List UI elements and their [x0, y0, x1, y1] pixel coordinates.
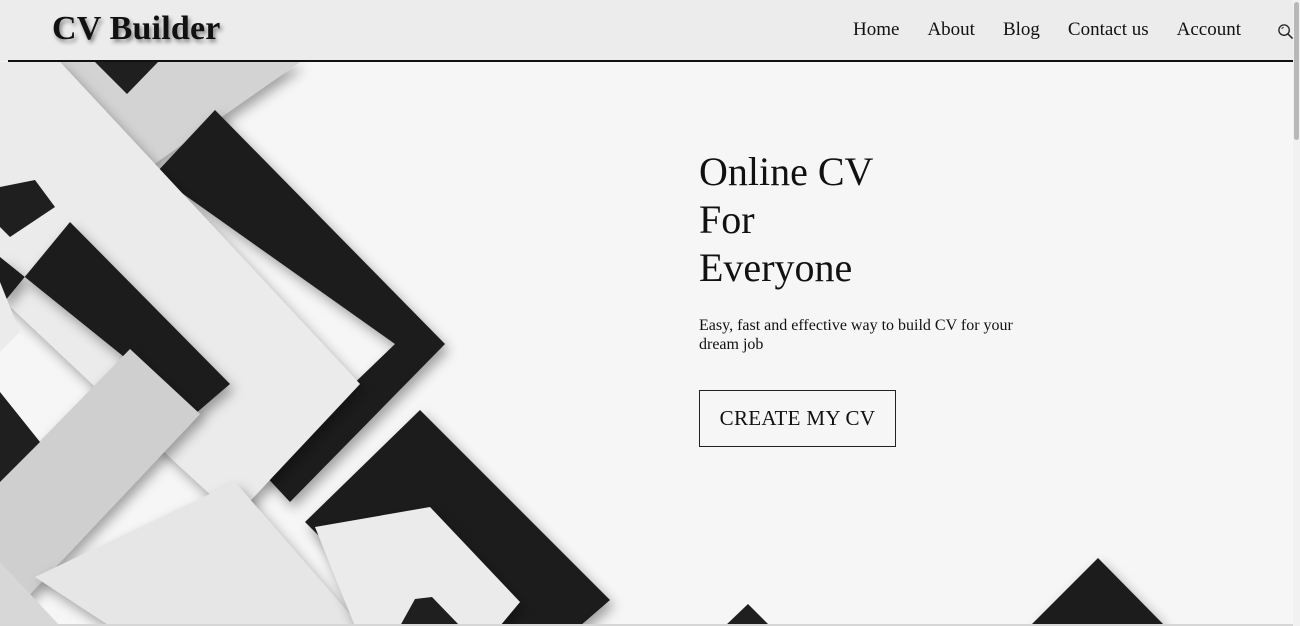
- geometric-background-art: [0, 62, 1293, 626]
- nav-about[interactable]: About: [927, 19, 975, 41]
- nav-home[interactable]: Home: [853, 19, 899, 41]
- hero-title-line: Online CV: [699, 149, 874, 194]
- vertical-scrollbar[interactable]: [1293, 0, 1300, 626]
- hero-title: Online CV For Everyone: [699, 148, 873, 292]
- site-header: CV Builder Home About Blog Contact us Ac…: [0, 0, 1294, 61]
- main-nav: Home About Blog Contact us Account: [853, 19, 1294, 41]
- nav-account[interactable]: Account: [1177, 19, 1241, 41]
- hero-section: Online CV For Everyone Easy, fast and ef…: [0, 62, 1293, 626]
- page: CV Builder Home About Blog Contact us Ac…: [0, 0, 1300, 626]
- site-logo[interactable]: CV Builder: [52, 10, 221, 48]
- header-divider: [8, 60, 1293, 62]
- hero-title-line: For: [699, 197, 755, 242]
- nav-blog[interactable]: Blog: [1003, 19, 1040, 41]
- hero-subtitle: Easy, fast and effective way to build CV…: [699, 317, 1013, 353]
- nav-contact-us[interactable]: Contact us: [1068, 19, 1149, 41]
- scrollbar-thumb[interactable]: [1294, 2, 1299, 140]
- create-my-cv-button[interactable]: CREATE MY CV: [699, 390, 896, 447]
- search-icon[interactable]: [1277, 23, 1294, 40]
- hero-title-line: Everyone: [699, 245, 853, 290]
